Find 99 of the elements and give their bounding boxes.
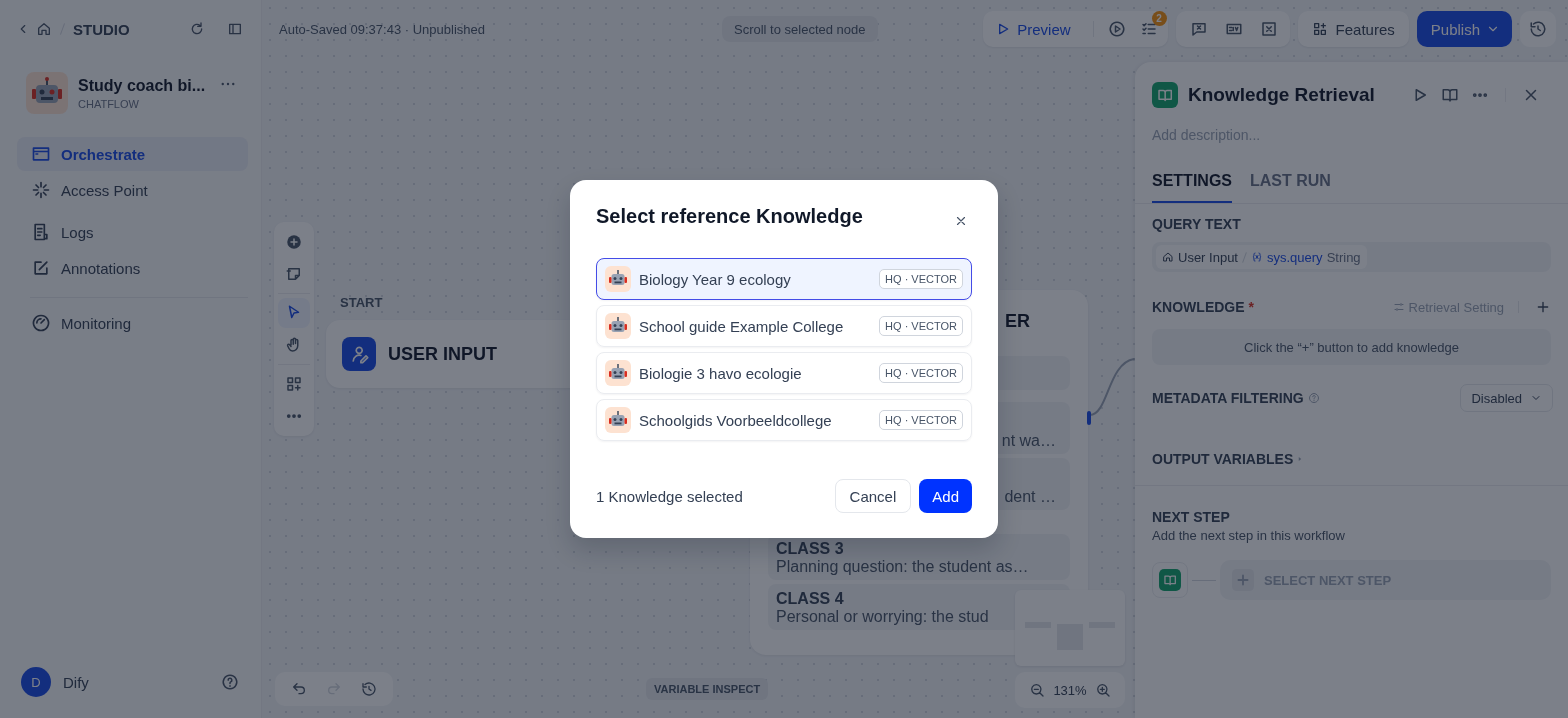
add-icon [1232, 569, 1254, 591]
panel-tab[interactable]: LAST RUN [1250, 172, 1331, 203]
app-type: CHATFLOW [78, 97, 140, 110]
edit-icon [31, 258, 51, 278]
section-hint: Add the next step in this workflow [1152, 528, 1346, 543]
required-mark: * [1248, 299, 1254, 315]
class-heading: CLASS 3 [776, 540, 845, 558]
query-field[interactable]: User Input sys.query String [1152, 242, 1551, 272]
node-name: User Input [1178, 249, 1238, 265]
clock-play-icon[interactable] [1107, 20, 1126, 38]
close-icon[interactable] [954, 214, 968, 228]
book-icon [1159, 569, 1181, 591]
section-label: QUERY TEXT [1152, 216, 1242, 232]
book-icon[interactable] [1441, 86, 1459, 104]
scroll-to-node-button[interactable]: Scroll to selected node [722, 16, 878, 42]
sliders-icon [1392, 301, 1405, 313]
nav-label: Orchestrate [61, 145, 146, 163]
robot-icon [605, 360, 631, 386]
preview-button[interactable]: Preview [987, 20, 1079, 38]
pointer-icon[interactable] [278, 298, 310, 328]
nav-item[interactable]: Annotations [17, 251, 248, 285]
node-title: ER [1005, 310, 1030, 332]
add-icon[interactable] [1535, 299, 1551, 315]
gauge-icon [31, 313, 51, 333]
variable-icon [1251, 251, 1263, 263]
features-button[interactable]: Features [1297, 11, 1409, 47]
user-edit-icon [342, 337, 376, 371]
nav-item[interactable]: Monitoring [17, 306, 248, 340]
count-badge: 2 [1151, 11, 1167, 26]
index-tag: HQ · VECTOR [879, 316, 963, 336]
zoom-in-icon[interactable] [1094, 682, 1111, 698]
window-icon [31, 144, 51, 164]
history-icon[interactable] [361, 681, 378, 697]
class-description: nt wa… [1001, 432, 1056, 450]
user-avatar[interactable]: D [21, 667, 51, 697]
section-label: KNOWLEDGE [1152, 299, 1245, 315]
chat-icon[interactable] [1189, 20, 1208, 38]
panel-tab[interactable]: SETTINGS [1152, 172, 1232, 203]
variable-icon[interactable] [1259, 20, 1278, 38]
panel-title: Knowledge Retrieval [1188, 84, 1376, 106]
selection-summary: 1 Knowledge selected [596, 487, 743, 505]
node-label: START [340, 295, 383, 310]
class-heading: CLASS 4 [776, 590, 845, 608]
undo-icon[interactable] [290, 681, 307, 697]
knowledge-name: Schoolgids Voorbeeldcollege [639, 411, 833, 429]
zoom-out-icon[interactable] [1029, 682, 1046, 698]
help-icon[interactable] [1307, 392, 1320, 404]
knowledge-item[interactable]: Biology Year 9 ecology HQ · VECTOR [596, 258, 972, 300]
node-title: USER INPUT [388, 343, 497, 365]
sidebar-toggle-icon[interactable] [227, 21, 243, 37]
section-label: METADATA FILTERING [1152, 390, 1304, 406]
index-tag: HQ · VECTOR [879, 269, 963, 289]
robot-icon [605, 313, 631, 339]
dialog-title: Select reference Knowledge [596, 204, 863, 228]
knowledge-item[interactable]: Schoolgids Voorbeeldcollege HQ · VECTOR [596, 399, 972, 441]
nav-label: Monitoring [61, 314, 132, 332]
connection-handle[interactable] [1087, 411, 1091, 425]
burst-icon [31, 180, 51, 200]
cancel-button[interactable]: Cancel [834, 479, 912, 513]
home-icon [1162, 251, 1174, 263]
document-icon [31, 222, 51, 242]
variable-inspect-button[interactable]: VARIABLE INSPECT [646, 678, 769, 700]
save-status: Auto-Saved 09:37:43 · Unpublished [279, 21, 486, 37]
class-description: Personal or worrying: the stud [776, 608, 990, 626]
publish-button[interactable]: Publish [1416, 11, 1512, 47]
history-icon [1529, 20, 1547, 38]
knowledge-name: Biology Year 9 ecology [639, 270, 792, 288]
help-icon[interactable] [221, 673, 239, 691]
variable-name: sys.query [1267, 249, 1323, 265]
refresh-icon[interactable] [189, 21, 205, 37]
history-button[interactable] [1520, 11, 1556, 47]
nav-item[interactable]: Access Point [17, 173, 248, 207]
knowledge-item[interactable]: School guide Example College HQ · VECTOR [596, 305, 972, 347]
book-icon [1152, 82, 1178, 108]
user-name: Dify [63, 673, 90, 691]
metadata-select[interactable]: Disabled [1460, 384, 1553, 412]
breadcrumb-section[interactable]: STUDIO [73, 20, 130, 38]
robot-icon [605, 266, 631, 292]
robot-icon [605, 407, 631, 433]
class-description: Planning question: the student as… [776, 558, 1030, 576]
variable-type: String [1326, 249, 1361, 265]
section-label[interactable]: OUTPUT VARIABLES [1152, 451, 1294, 467]
class-description: dent … [1004, 488, 1056, 506]
add-button[interactable]: Add [919, 479, 972, 513]
nav-item[interactable]: Orchestrate [17, 137, 248, 171]
nav-label: Access Point [61, 181, 148, 199]
nav-label: Logs [61, 223, 94, 241]
index-tag: HQ · VECTOR [879, 363, 963, 383]
robot-avatar [26, 72, 68, 114]
nav-label: Annotations [61, 259, 141, 277]
app-name: Study coach bi... [78, 76, 206, 95]
knowledge-item[interactable]: Biologie 3 havo ecologie HQ · VECTOR [596, 352, 972, 394]
section-label: NEXT STEP [1152, 509, 1231, 525]
features-icon [1311, 21, 1328, 37]
home-icon[interactable] [36, 21, 52, 37]
index-tag: HQ · VECTOR [879, 410, 963, 430]
nav-item[interactable]: Logs [17, 215, 248, 249]
knowledge-empty-state: Click the “+” button to add knowledge [1152, 329, 1551, 365]
zoom-level[interactable]: 131% [1053, 682, 1087, 698]
